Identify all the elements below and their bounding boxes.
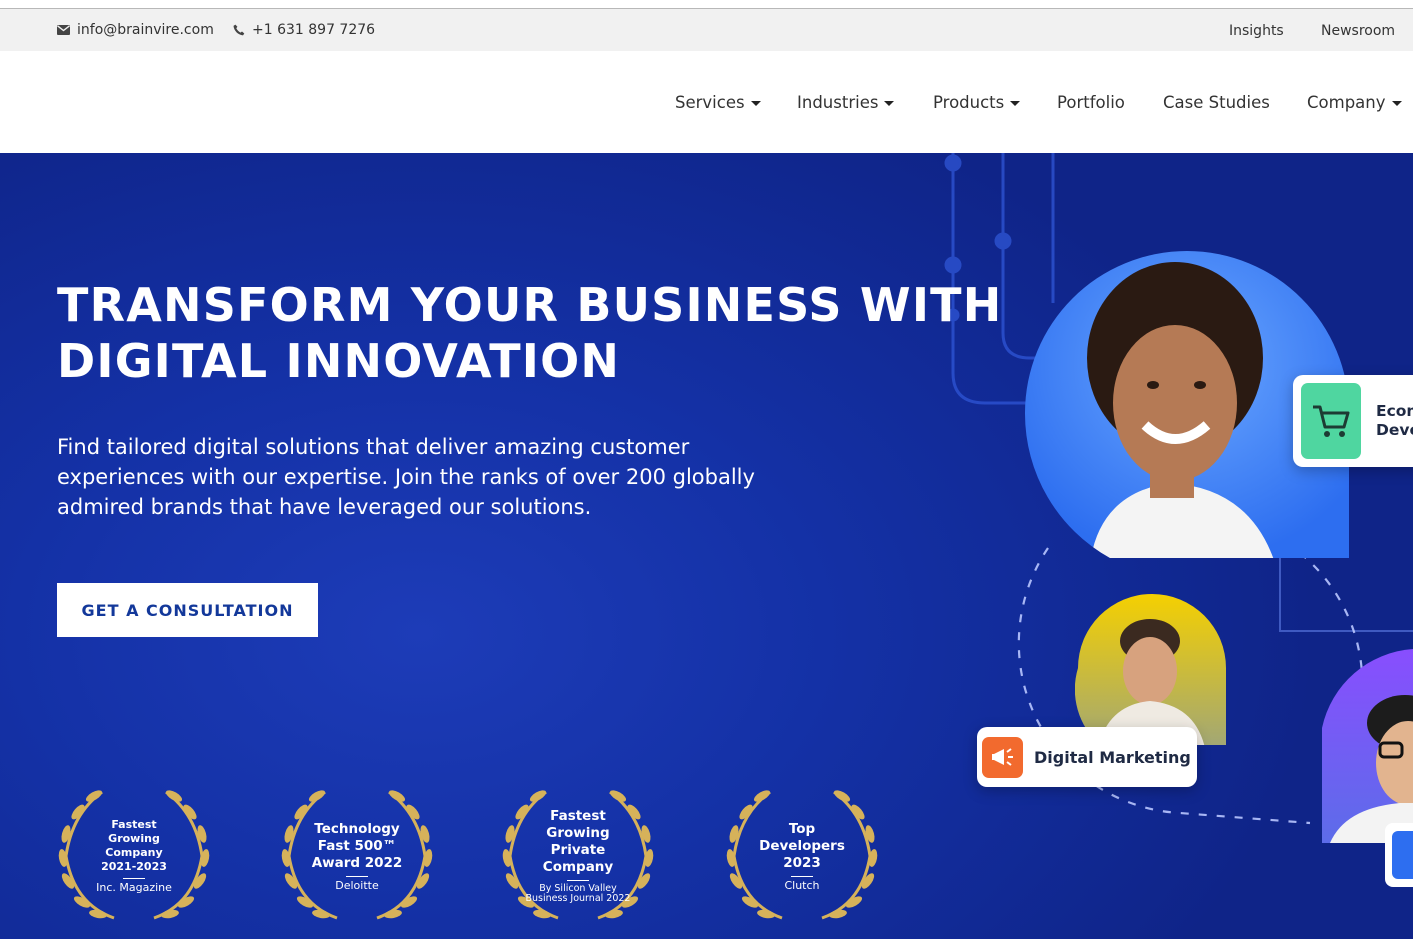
nav-industries[interactable]: Industries — [797, 93, 895, 112]
insights-link[interactable]: Insights — [1229, 23, 1284, 39]
nav-services[interactable]: Services — [675, 93, 761, 112]
caret-down-icon — [750, 101, 761, 106]
award-badge: Fastest Growing Private Company By Silic… — [498, 786, 658, 926]
award-badge: Technology Fast 500™ Award 2022 Deloitte — [277, 786, 437, 926]
nav-industries-label: Industries — [797, 93, 879, 112]
award-line: 2023 — [783, 854, 821, 871]
award-line: Company — [542, 859, 614, 875]
nav-products[interactable]: Products — [933, 93, 1021, 112]
nav-services-label: Services — [675, 93, 745, 112]
hero-title-line1: TRANSFORM YOUR BUSINESS WITH — [57, 278, 1003, 332]
award-badge: Fastest Growing Company 2021-2023 Inc. M… — [54, 786, 214, 926]
email-text: info@brainvire.com — [77, 22, 214, 38]
award-source: Clutch — [784, 878, 820, 892]
award-line: 2021-2023 — [101, 860, 167, 873]
award-text: Fastest Growing Company 2021-2023 Inc. M… — [79, 786, 189, 926]
caret-down-icon — [1010, 101, 1021, 106]
get-consultation-button[interactable]: GET A CONSULTATION — [57, 583, 318, 637]
digital-marketing-label: Digital Marketing — [1034, 747, 1191, 767]
nav-portfolio[interactable]: Portfolio — [1057, 93, 1125, 112]
phone-icon — [233, 24, 245, 36]
nav-case-studies[interactable]: Case Studies — [1163, 93, 1270, 112]
award-badge: Top Developers 2023 Clutch — [722, 786, 882, 926]
award-divider — [567, 880, 589, 881]
award-line: Award 2022 — [311, 854, 403, 871]
award-source: Inc. Magazine — [96, 881, 172, 894]
award-line: Fastest — [111, 818, 157, 831]
award-source: Deloitte — [335, 878, 379, 892]
hero-people-illustration — [1024, 251, 1413, 887]
award-divider — [123, 878, 145, 879]
person-man-glasses-avatar — [1322, 649, 1413, 843]
award-line: Growing Private — [546, 825, 610, 858]
digital-marketing-chip: Digital Marketing — [977, 727, 1197, 787]
mail-icon — [57, 25, 70, 35]
main-navigation: Services Industries Products Portfolio C… — [0, 51, 1413, 153]
award-divider — [791, 875, 813, 877]
nav-portfolio-label: Portfolio — [1057, 93, 1125, 112]
browser-top-edge — [0, 0, 1413, 9]
award-line: Developers — [759, 837, 845, 854]
hero-title-line2: DIGITAL INNOVATION — [57, 334, 621, 388]
caret-down-icon — [884, 101, 895, 106]
ecommerce-chip-label: Ecom Deve — [1376, 402, 1413, 439]
nav-products-label: Products — [933, 93, 1005, 112]
award-text: Technology Fast 500™ Award 2022 Deloitte — [302, 786, 412, 926]
award-source: By Silicon Valley Business Journal 2022 — [525, 883, 631, 904]
hero-description: Find tailored digital solutions that del… — [57, 435, 755, 519]
award-line: Top — [788, 820, 816, 837]
hero-title: TRANSFORM YOUR BUSINESS WITH DIGITAL INN… — [57, 277, 1017, 389]
award-line: Fast 500™ — [317, 837, 397, 854]
shopping-cart-icon — [1301, 383, 1361, 459]
phone-text: +1 631 897 7276 — [252, 22, 376, 38]
hero-section: TRANSFORM YOUR BUSINESS WITH DIGITAL INN… — [0, 153, 1413, 939]
ecommerce-development-chip: Ecom Deve — [1293, 375, 1413, 467]
phone-link[interactable]: +1 631 897 7276 — [233, 22, 375, 38]
megaphone-icon — [982, 736, 1023, 778]
award-line: Fastest — [550, 808, 606, 824]
top-contact-bar: info@brainvire.com +1 631 897 7276 Insig… — [0, 9, 1413, 51]
award-text: Fastest Growing Private Company By Silic… — [523, 786, 633, 926]
nav-company-label: Company — [1307, 93, 1386, 112]
nav-case-studies-label: Case Studies — [1163, 93, 1270, 112]
nav-company[interactable]: Company — [1307, 93, 1402, 112]
award-text: Top Developers 2023 Clutch — [747, 786, 857, 926]
award-line: Technology — [314, 820, 400, 837]
newsroom-link[interactable]: Newsroom — [1321, 23, 1395, 39]
award-line: Growing Company — [105, 832, 163, 859]
email-link[interactable]: info@brainvire.com — [57, 22, 214, 38]
caret-down-icon — [1391, 101, 1402, 106]
award-divider — [346, 875, 368, 877]
